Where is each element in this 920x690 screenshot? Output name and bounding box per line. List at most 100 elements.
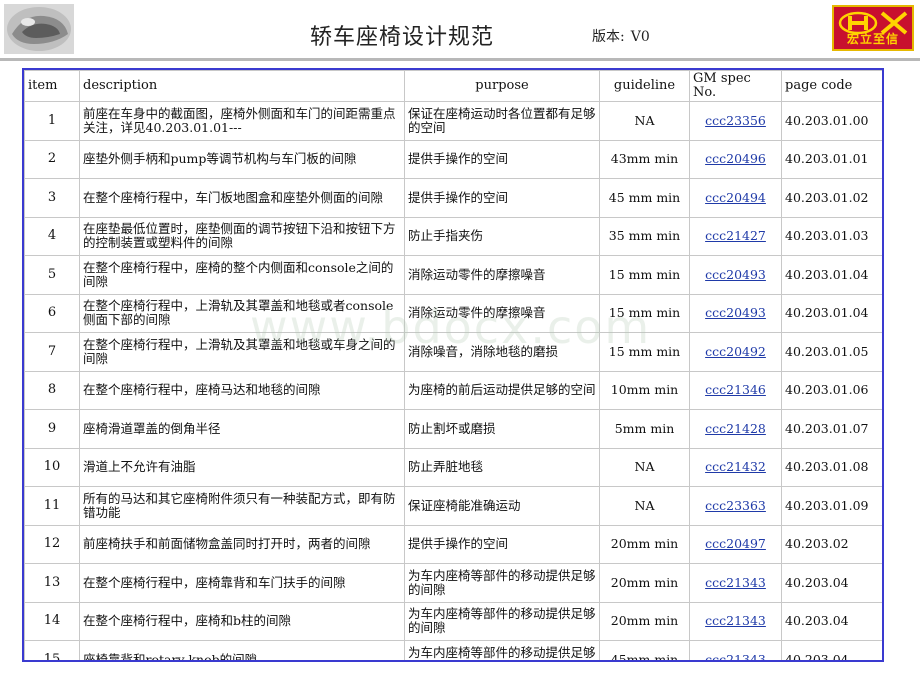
table-row: 10 滑道上不允许有油脂 防止弄脏地毯 NA ccc21432 40.203.01.08: [24, 447, 882, 487]
cell-item: 12: [24, 524, 80, 564]
spec-link[interactable]: ccc21343: [705, 652, 766, 660]
brand-name: 宏立至信: [846, 32, 899, 46]
cell-item: 9: [24, 409, 80, 449]
page-title: 轿车座椅设计规范: [310, 25, 495, 50]
cell-item: 5: [24, 255, 80, 295]
spec-link[interactable]: ccc20497: [705, 536, 766, 551]
cell-purpose: 为车内座椅等部件的移动提供足够的间隙: [404, 601, 600, 641]
cell-description: 座垫外侧手柄和pump等调节机构与车门板的间隙: [79, 139, 405, 179]
cell-description: 滑道上不允许有油脂: [79, 447, 405, 487]
spec-link[interactable]: ccc21343: [705, 575, 766, 590]
cell-page-code: 40.203.04: [781, 563, 882, 603]
header-divider: [0, 58, 920, 61]
spec-link[interactable]: ccc20494: [705, 190, 766, 205]
spec-link[interactable]: ccc21428: [705, 421, 766, 436]
cell-spec: ccc23356: [689, 101, 782, 141]
cell-spec: ccc20492: [689, 332, 782, 372]
cell-page-code: 40.203.01.03: [781, 216, 882, 256]
cell-description: 所有的马达和其它座椅附件须只有一种装配方式，即有防错功能: [79, 486, 405, 526]
table-row: 5 在整个座椅行程中，座椅的整个内侧面和console之间的间隙 消除运动零件的摩擦…: [24, 255, 882, 295]
cell-guideline: NA: [599, 486, 690, 526]
cell-page-code: 40.203.02: [781, 524, 882, 564]
cell-page-code: 40.203.01.09: [781, 486, 882, 526]
table-row: 15座椅靠背和rotary knob的间隙为车内座椅等部件的移动提供足够的间隙4…: [24, 640, 882, 660]
slide-page: 轿车座椅设计规范 版本: V0 宏立至信 item description pu…: [0, 0, 920, 690]
header-item: item: [24, 70, 80, 102]
cell-spec: ccc20493: [689, 293, 782, 333]
spec-link[interactable]: ccc23363: [705, 498, 766, 513]
table-row: 12 前座椅扶手和前面储物盒盖同时打开时，两者的间隙 提供手操作的空间 20mm mi…: [24, 524, 882, 564]
cell-guideline: 45 mm min: [599, 178, 690, 218]
cell-item: 6: [24, 293, 80, 333]
cell-item: 13: [24, 563, 80, 603]
cell-guideline: 20mm min: [599, 524, 690, 564]
cell-purpose: 为车内座椅等部件的移动提供足够的间隙: [404, 640, 600, 660]
cell-spec: ccc20493: [689, 255, 782, 295]
spec-link[interactable]: ccc21427: [705, 228, 766, 243]
cell-description: 座椅靠背和rotary knob的间隙: [79, 640, 405, 660]
spec-link[interactable]: ccc20492: [705, 344, 766, 359]
cell-guideline: NA: [599, 101, 690, 141]
cell-page-code: 40.203.01.00: [781, 101, 882, 141]
table-row: 13 在整个座椅行程中，座椅靠背和车门扶手的间隙 为车内座椅等部件的移动提供足够的间…: [24, 563, 882, 603]
cell-purpose: 防止手指夹伤: [404, 216, 600, 256]
cell-item: 4: [24, 216, 80, 256]
cell-item: 11: [24, 486, 80, 526]
spec-link[interactable]: ccc23356: [705, 113, 766, 128]
table-row: 6 在整个座椅行程中，上滑轨及其罩盖和地毯或者console侧面下部的间隙 消除运动…: [24, 293, 882, 333]
spec-link[interactable]: ccc21343: [705, 613, 766, 628]
cell-page-code: 40.203.01.04: [781, 255, 882, 295]
table-body: 1 前座在车身中的截面图，座椅外侧面和车门的间距需重点关注，详见40.203.01…: [24, 101, 882, 660]
cell-page-code: 40.203.01.05: [781, 332, 882, 372]
cell-item: 15: [24, 640, 80, 660]
cell-spec: ccc20494: [689, 178, 782, 218]
table-row: 1 前座在车身中的截面图，座椅外侧面和车门的间距需重点关注，详见40.203.01…: [24, 101, 882, 141]
cell-guideline: 43mm min: [599, 139, 690, 179]
cell-description: 在整个座椅行程中，车门板地图盒和座垫外侧面的间隙: [79, 178, 405, 218]
spec-link[interactable]: ccc21346: [705, 382, 766, 397]
cell-item: 8: [24, 370, 80, 410]
cell-page-code: 40.203.01.01: [781, 139, 882, 179]
table-row: 11 所有的马达和其它座椅附件须只有一种装配方式，即有防错功能 保证座椅能准确运动 N…: [24, 486, 882, 526]
cell-description: 在整个座椅行程中，座椅的整个内侧面和console之间的间隙: [79, 255, 405, 295]
brand-logo: 宏立至信: [832, 5, 914, 51]
cell-spec: ccc21343: [689, 640, 782, 660]
cell-page-code: 40.203.04: [781, 601, 882, 641]
cell-guideline: 15 mm min: [599, 332, 690, 372]
cell-guideline: 15 mm min: [599, 293, 690, 333]
cell-guideline: 15 mm min: [599, 255, 690, 295]
header-purpose: purpose: [404, 70, 600, 102]
spec-link[interactable]: ccc20493: [705, 267, 766, 282]
header-spec: GM spec No.: [689, 70, 782, 102]
cell-guideline: 10mm min: [599, 370, 690, 410]
cell-purpose: 为车内座椅等部件的移动提供足够的间隙: [404, 563, 600, 603]
cell-guideline: 20mm min: [599, 601, 690, 641]
cell-spec: ccc20496: [689, 139, 782, 179]
cell-page-code: 40.203.01.02: [781, 178, 882, 218]
cell-spec: ccc20497: [689, 524, 782, 564]
cell-description: 前座椅扶手和前面储物盒盖同时打开时，两者的间隙: [79, 524, 405, 564]
cell-purpose: 消除噪音，消除地毯的磨损: [404, 332, 600, 372]
cell-spec: ccc21343: [689, 563, 782, 603]
header-guideline: guideline: [599, 70, 690, 102]
cell-item: 2: [24, 139, 80, 179]
spec-link[interactable]: ccc21432: [705, 459, 766, 474]
spec-link[interactable]: ccc20496: [705, 151, 766, 166]
cell-spec: ccc21432: [689, 447, 782, 487]
table-row: 14 在整个座椅行程中，座椅和b柱的间隙 为车内座椅等部件的移动提供足够的间隙 20m…: [24, 601, 882, 641]
cell-spec: ccc21427: [689, 216, 782, 256]
header-description: description: [79, 70, 405, 102]
header-page-code: page code: [781, 70, 882, 102]
table-row: 2 座垫外侧手柄和pump等调节机构与车门板的间隙 提供手操作的空间 43mm min…: [24, 139, 882, 179]
cell-spec: ccc23363: [689, 486, 782, 526]
header: 轿车座椅设计规范 版本: V0 宏立至信: [0, 0, 920, 62]
spec-link[interactable]: ccc20493: [705, 305, 766, 320]
version-label: 版本:: [592, 29, 625, 45]
cell-guideline: 35 mm min: [599, 216, 690, 256]
cell-spec: ccc21346: [689, 370, 782, 410]
cell-spec: ccc21428: [689, 409, 782, 449]
cell-purpose: 为座椅的前后运动提供足够的空间: [404, 370, 600, 410]
cell-description: 在整个座椅行程中，上滑轨及其罩盖和地毯或车身之间的间隙: [79, 332, 405, 372]
cell-description: 前座在车身中的截面图，座椅外侧面和车门的间距需重点关注，详见40.203.01.…: [79, 101, 405, 141]
cell-purpose: 提供手操作的空间: [404, 178, 600, 218]
